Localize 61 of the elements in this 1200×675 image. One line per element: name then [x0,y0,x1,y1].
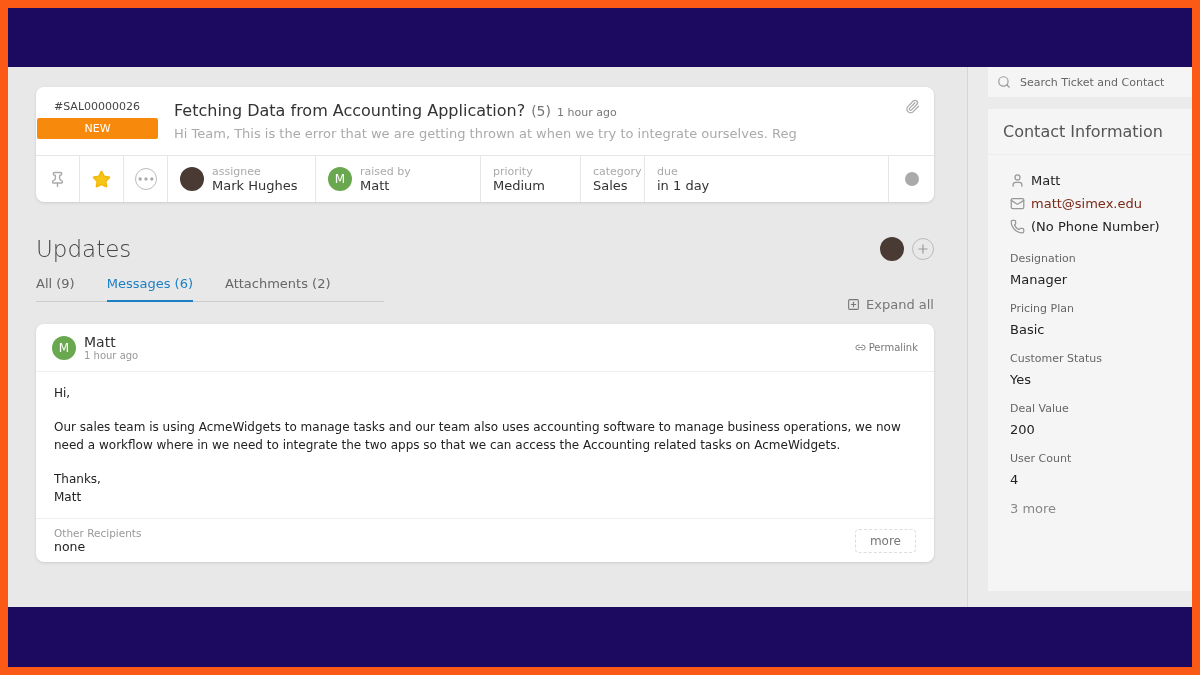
author-name: Matt [84,334,117,350]
field-label: due [657,165,679,178]
panel-title: Contact Information [988,109,1192,155]
status-badge: NEW [37,118,158,139]
status-dot [904,172,919,186]
star-icon[interactable] [92,169,111,189]
tab[interactable]: All (9) [36,276,75,302]
more-button[interactable]: more [854,528,916,553]
person-icon [1010,173,1025,188]
search-field[interactable]: Search Ticket and Contact [988,67,1192,97]
link-icon [854,342,866,353]
field-label: assignee [212,165,262,178]
tab[interactable]: Attachments (2) [224,276,331,302]
ticket-preview: Hi Team, This is the error that we are getting thrown at when we try to integrate ourselves. Reg [174,126,797,141]
phone-icon [1010,219,1025,234]
field-value: 4 [1010,472,1020,487]
field-label: category [593,165,642,178]
message-text: Thanks, Matt [54,471,102,506]
avatar-photo [880,237,904,261]
show-more-link[interactable]: 3 more [1010,501,1170,516]
field-value: 200 [1010,422,1036,437]
avatar: M [52,335,76,360]
ticket-id: #SAL00000026 [53,100,140,113]
field-value: Manager [1010,272,1068,287]
field-value: Sales [593,178,629,193]
avatar-photo [180,167,204,191]
field-label: priority [493,165,534,178]
field-label: Customer Status [1010,352,1103,365]
recipients-label: Other Recipients [54,527,142,539]
contact-detail: (No Phone Number) [1031,219,1160,234]
mail-icon [1010,196,1025,211]
recipients-value: none [54,539,87,554]
search-icon [997,75,1011,89]
field-label: User Count [1010,452,1073,465]
pin-icon[interactable] [49,170,66,188]
field-value: Medium [493,178,545,193]
permalink-link[interactable]: Permalink [854,342,918,353]
contact-detail[interactable]: matt@simex.edu [1031,196,1142,211]
expand-all-button[interactable]: Expand all [847,297,934,312]
field-label: raised by [360,165,411,178]
tab[interactable]: Messages (6) [106,276,193,302]
avatar: M [328,167,352,191]
contact-detail: Matt [1031,173,1061,188]
field-label: Deal Value [1010,402,1070,415]
field-value: in 1 day [657,178,710,193]
field-label: Pricing Plan [1010,302,1075,315]
field-value: Mark Hughes [212,178,298,193]
ticket-title[interactable]: Fetching Data from Accounting Application? [174,101,526,120]
field-label: Designation [1010,252,1077,265]
message-text: Hi, [54,385,72,402]
message-time: 1 hour ago [84,350,139,361]
reply-count: (5) [531,103,551,119]
ticket-time: 1 hour ago [557,106,617,119]
plus-square-icon [847,298,861,311]
plus-icon [916,242,930,256]
paperclip-icon[interactable] [905,99,920,114]
message-text: Our sales team is using AcmeWidgets to manage tasks and our team also uses accounting software to manage business operations, we now need a workflow where in we need to integrate the two apps so that we can access the Accounting related tasks on AcmeWidgets. [54,419,902,454]
field-value: Matt [360,178,391,193]
field-value: Yes [1010,372,1032,387]
field-value: Basic [1010,322,1046,337]
section-title: Updates [36,236,132,262]
